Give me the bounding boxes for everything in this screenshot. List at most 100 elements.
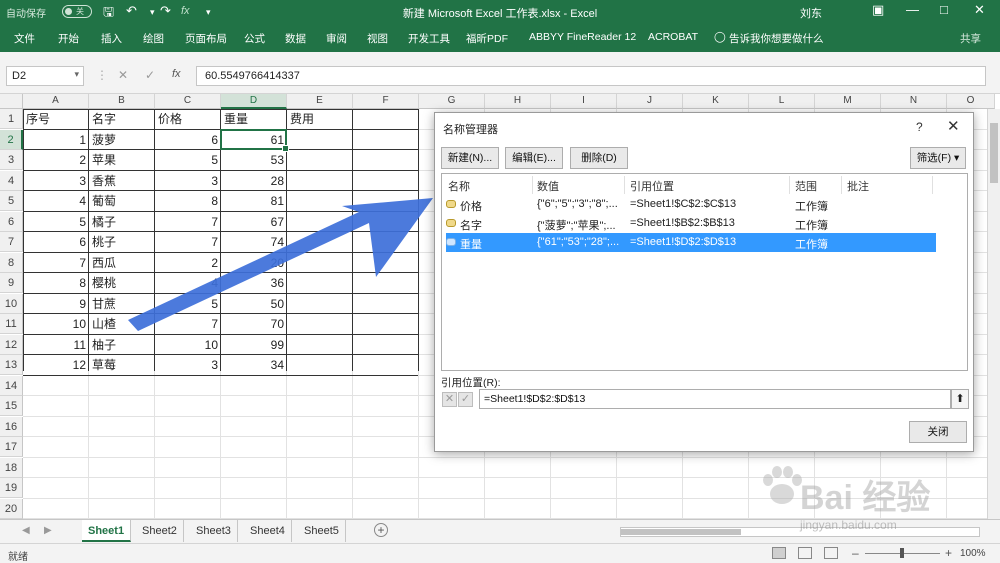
- data-cell[interactable]: 3: [155, 355, 221, 375]
- row-header-19[interactable]: 19: [0, 478, 23, 498]
- scroll-left-icon[interactable]: ◀: [22, 525, 30, 536]
- insert-function-button[interactable]: fx: [172, 68, 181, 80]
- page-layout-view-button[interactable]: [798, 547, 812, 559]
- data-cell[interactable]: 81: [221, 191, 287, 211]
- header-cell[interactable]: 费用: [287, 109, 353, 129]
- zoom-level[interactable]: 100%: [960, 548, 986, 559]
- close-icon[interactable]: ✕: [947, 117, 960, 135]
- collapse-dialog-icon[interactable]: ⬆: [951, 389, 969, 409]
- data-cell[interactable]: 草莓: [89, 355, 155, 375]
- data-cell[interactable]: 34: [221, 355, 287, 375]
- horizontal-scroll-thumb[interactable]: [621, 529, 741, 535]
- data-cell[interactable]: 橘子: [89, 212, 155, 232]
- tab-draw[interactable]: 绘图: [143, 31, 164, 46]
- cancel-icon[interactable]: ✕: [442, 392, 457, 407]
- name-row-price[interactable]: 价格 {"6";"5";"3";"8";... =Sheet1!$C$2:$C$…: [446, 195, 936, 214]
- name-row-name[interactable]: 名字 {"菠萝";"苹果";... =Sheet1!$B$2:$B$13 工作簿: [446, 214, 936, 233]
- sheet-tab-sheet4[interactable]: Sheet4: [244, 520, 292, 542]
- tab-developer[interactable]: 开发工具: [408, 31, 450, 46]
- data-cell[interactable]: 7: [155, 212, 221, 232]
- tell-me-search[interactable]: 告诉我你想要做什么: [729, 31, 824, 46]
- row-header-15[interactable]: 15: [0, 396, 23, 416]
- normal-view-button[interactable]: [772, 547, 786, 559]
- data-cell[interactable]: 5: [23, 212, 89, 232]
- column-header-d[interactable]: D: [221, 94, 287, 109]
- tab-acrobat[interactable]: ACROBAT: [648, 31, 698, 43]
- data-cell[interactable]: 67: [221, 212, 287, 232]
- name-row-weight-selected[interactable]: 重量 {"61";"53";"28";... =Sheet1!$D$2:$D$1…: [446, 233, 936, 252]
- column-header-o[interactable]: O: [947, 94, 995, 109]
- data-cell[interactable]: 6: [23, 232, 89, 252]
- data-cell[interactable]: 8: [155, 191, 221, 211]
- vertical-scroll-thumb[interactable]: [990, 123, 998, 183]
- row-header-7[interactable]: 7: [0, 232, 23, 252]
- column-header-scope[interactable]: 范围: [795, 178, 817, 194]
- tab-file[interactable]: 文件: [14, 31, 35, 46]
- name-box[interactable]: D2 ▾: [6, 66, 84, 86]
- tab-foxit-pdf[interactable]: 福昕PDF: [466, 31, 508, 46]
- zoom-slider-thumb[interactable]: [900, 548, 904, 558]
- column-header-refers-to[interactable]: 引用位置: [630, 178, 674, 194]
- vertical-scrollbar[interactable]: [987, 109, 1000, 519]
- column-header-e[interactable]: E: [287, 94, 353, 109]
- data-cell[interactable]: 山楂: [89, 314, 155, 334]
- header-cell[interactable]: 重量: [221, 109, 287, 129]
- data-cell[interactable]: 葡萄: [89, 191, 155, 211]
- page-break-view-button[interactable]: [824, 547, 838, 559]
- tab-abbyy[interactable]: ABBYY FineReader 12: [529, 31, 636, 43]
- select-all-corner[interactable]: [0, 94, 23, 109]
- row-header-16[interactable]: 16: [0, 416, 23, 437]
- data-cell[interactable]: 3: [23, 171, 89, 191]
- row-header-18[interactable]: 18: [0, 457, 23, 478]
- data-cell[interactable]: 2: [155, 253, 221, 273]
- column-header-m[interactable]: M: [815, 94, 881, 109]
- data-cell[interactable]: 50: [221, 294, 287, 314]
- column-header-f[interactable]: F: [353, 94, 419, 109]
- sheet-tab-sheet3[interactable]: Sheet3: [190, 520, 238, 542]
- active-cell-d2[interactable]: [220, 129, 289, 152]
- confirm-icon[interactable]: ✓: [458, 392, 473, 407]
- data-cell[interactable]: 1: [23, 130, 89, 150]
- chevron-down-icon[interactable]: ▾: [74, 69, 79, 80]
- enter-icon[interactable]: ✓: [145, 68, 155, 82]
- header-cell[interactable]: 名字: [89, 109, 155, 129]
- column-header-value[interactable]: 数值: [537, 178, 559, 194]
- data-cell[interactable]: 9: [23, 294, 89, 314]
- sheet-tab-sheet5[interactable]: Sheet5: [298, 520, 346, 542]
- minimize-icon[interactable]: —: [906, 2, 919, 17]
- user-name[interactable]: 刘东: [800, 5, 822, 21]
- data-cell[interactable]: 11: [23, 335, 89, 355]
- column-header-i[interactable]: I: [551, 94, 617, 109]
- data-cell[interactable]: 2: [23, 150, 89, 170]
- data-cell[interactable]: 53: [221, 150, 287, 170]
- close-button[interactable]: 关闭: [909, 421, 967, 443]
- maximize-icon[interactable]: □: [940, 2, 948, 17]
- data-cell[interactable]: 香蕉: [89, 171, 155, 191]
- data-cell[interactable]: 5: [155, 294, 221, 314]
- column-header-n[interactable]: N: [881, 94, 947, 109]
- data-cell[interactable]: 菠萝: [89, 130, 155, 150]
- data-cell[interactable]: 8: [23, 273, 89, 293]
- data-cell[interactable]: 12: [23, 355, 89, 375]
- column-header-c[interactable]: C: [155, 94, 221, 109]
- row-header-4[interactable]: 4: [0, 170, 23, 191]
- column-header-name[interactable]: 名称: [448, 178, 470, 194]
- row-header-20[interactable]: 20: [0, 498, 23, 519]
- row-header-3[interactable]: 3: [0, 150, 23, 170]
- row-header-14[interactable]: 14: [0, 375, 23, 396]
- row-header-10[interactable]: 10: [0, 293, 23, 314]
- data-cell[interactable]: 5: [155, 150, 221, 170]
- scroll-right-icon[interactable]: ▶: [44, 525, 52, 536]
- names-list[interactable]: 名称 数值 引用位置 范围 批注 价格 {"6";"5";"3";"8";...…: [441, 173, 968, 371]
- row-header-5[interactable]: 5: [0, 191, 23, 211]
- data-cell[interactable]: 苹果: [89, 150, 155, 170]
- cancel-icon[interactable]: ✕: [118, 68, 128, 82]
- refers-to-input[interactable]: =Sheet1!$D$2:$D$13: [479, 389, 951, 409]
- row-header-17[interactable]: 17: [0, 437, 23, 457]
- edit-name-button[interactable]: 编辑(E)...: [505, 147, 563, 169]
- column-header-comment[interactable]: 批注: [847, 178, 869, 194]
- header-cell[interactable]: 序号: [23, 109, 89, 129]
- sheet-tab-sheet2[interactable]: Sheet2: [136, 520, 184, 542]
- data-cell[interactable]: 99: [221, 335, 287, 355]
- data-cell[interactable]: 樱桃: [89, 273, 155, 293]
